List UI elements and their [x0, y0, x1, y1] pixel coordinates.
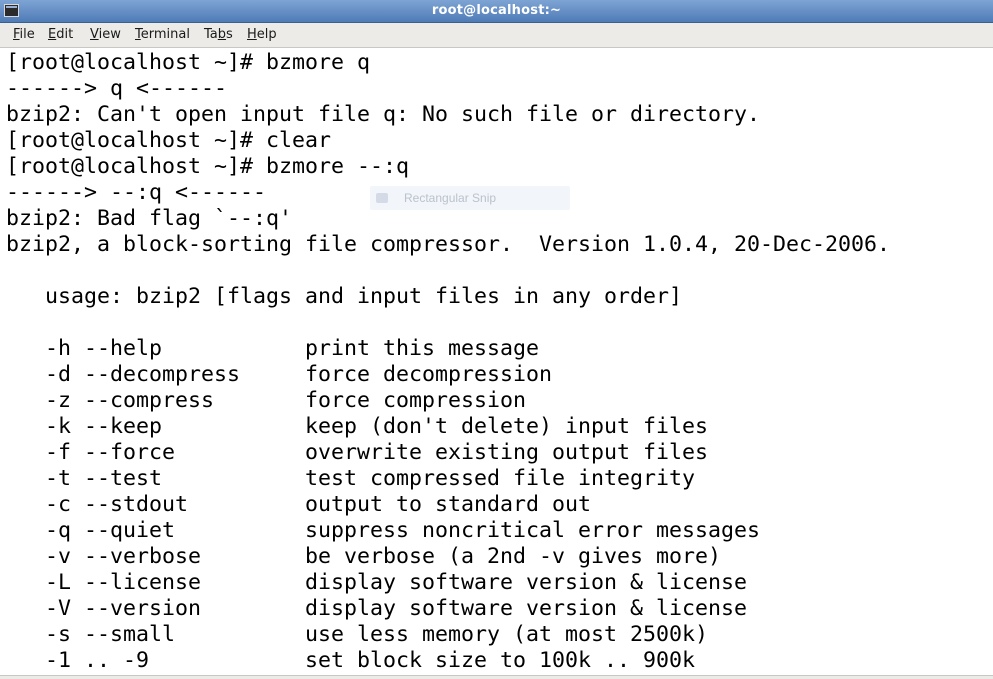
menu-view[interactable]: View	[90, 27, 121, 42]
terminal-line: -1 .. -9 set block size to 100k .. 900k	[6, 648, 696, 673]
terminal-line: bzip2: Bad flag `--:q'	[6, 206, 293, 231]
menu-terminal[interactable]: Terminal	[135, 27, 190, 42]
terminal-line: -d --decompress force decompression	[6, 362, 553, 387]
terminal-line: ------> q <------	[6, 76, 228, 101]
terminal-line: -h --help print this message	[6, 336, 540, 361]
terminal-line: [root@localhost ~]# bzmore q	[6, 50, 371, 75]
terminal-line: ------> --:q <------	[6, 180, 267, 205]
menu-edit[interactable]: Edit	[48, 27, 73, 42]
terminal-line: -s --small use less memory (at most 2500…	[6, 622, 709, 647]
terminal-line: -c --stdout output to standard out	[6, 492, 592, 517]
window-title: root@localhost:~	[431, 3, 562, 18]
terminal-window: root@localhost:~ File Edit View Terminal…	[0, 0, 993, 679]
terminal-output[interactable]: [root@localhost ~]# bzmore q ------> q <…	[0, 48, 993, 679]
terminal-line: -z --compress force compression	[6, 388, 527, 413]
terminal-line: -f --force overwrite existing output fil…	[6, 440, 709, 465]
menu-help[interactable]: Help	[247, 27, 277, 42]
terminal-line: -V --version display software version & …	[6, 596, 748, 621]
terminal-line: -t --test test compressed file integrity	[6, 466, 696, 491]
terminal-line: -v --verbose be verbose (a 2nd -v gives …	[6, 544, 722, 569]
terminal-line: [root@localhost ~]# bzmore --:q	[6, 154, 410, 179]
terminal-line: [root@localhost ~]# clear	[6, 128, 332, 153]
snip-overlay: Rectangular Snip	[370, 186, 570, 210]
terminal-line: bzip2: Can't open input file q: No such …	[6, 102, 761, 127]
snip-icon	[376, 193, 388, 203]
window-bottom-border	[0, 675, 993, 679]
terminal-line: -q --quiet suppress noncritical error me…	[6, 518, 761, 543]
title-bar[interactable]: root@localhost:~	[0, 0, 993, 23]
terminal-line: bzip2, a block-sorting file compressor. …	[6, 232, 891, 257]
menu-tabs[interactable]: Tabs	[204, 27, 233, 42]
menu-bar: File Edit View Terminal Tabs Help	[0, 23, 993, 48]
snip-label: Rectangular Snip	[404, 191, 497, 205]
menu-file[interactable]: File	[13, 27, 35, 42]
terminal-line: -k --keep keep (don't delete) input file…	[6, 414, 709, 439]
terminal-line: usage: bzip2 [flags and input files in a…	[6, 284, 683, 309]
terminal-line: -L --license display software version & …	[6, 570, 748, 595]
